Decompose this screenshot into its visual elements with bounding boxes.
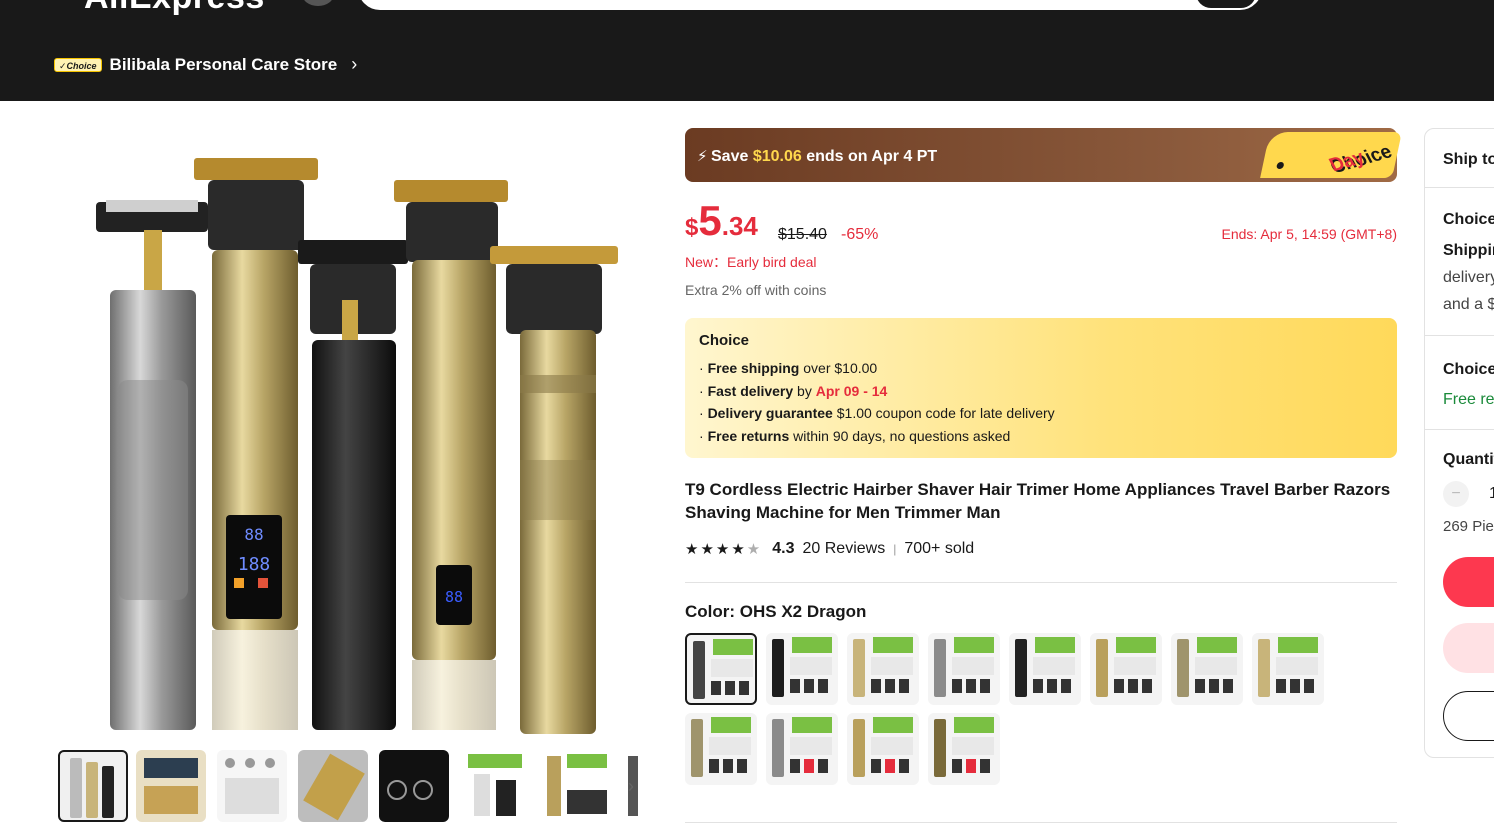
divider (685, 822, 1397, 823)
color-swatch[interactable] (685, 713, 757, 785)
store-link[interactable]: ✓Choice Bilibala Personal Care Store › (54, 54, 357, 75)
choice-benefits-box[interactable]: Choice · Free shipping over $10.00 · Fas… (685, 318, 1397, 458)
svg-text:88: 88 (445, 588, 463, 606)
thumbnail-6[interactable] (460, 750, 530, 822)
color-label: Color: OHS X2 Dragon (685, 602, 867, 621)
quantity-label: Quantity (1443, 451, 1494, 468)
thumbnail-1[interactable] (58, 750, 128, 822)
quantity-decrease-button[interactable]: − (1443, 481, 1469, 507)
lightning-icon: ⚡ (697, 148, 708, 165)
color-swatch[interactable] (1090, 633, 1162, 705)
discount-badge: -65% (841, 226, 879, 243)
separator: | (893, 542, 897, 556)
star-rating-icon: ★★★★★ (685, 541, 763, 558)
thumbnail-7[interactable] (541, 750, 611, 822)
store-name[interactable]: Bilibala Personal Care Store (110, 55, 338, 75)
wishlist-button[interactable] (1443, 691, 1494, 741)
color-swatch[interactable] (685, 633, 757, 705)
choice-label: Choice (1443, 211, 1494, 228)
main-product-image[interactable]: 88 188 88 (58, 130, 658, 734)
svg-text:188: 188 (238, 554, 271, 575)
delivery-text-2: and a $ (1443, 296, 1494, 313)
aliexpress-logo[interactable]: AliExpress (84, 0, 265, 17)
thumbnail-3[interactable] (217, 750, 287, 822)
promo-banner: ⚡ Save $10.06 ends on Apr 4 PT Choice Day (685, 128, 1402, 182)
free-returns-text: Free re (1443, 391, 1494, 408)
product-title: T9 Cordless Electric Hairber Shaver Hair… (685, 480, 1391, 522)
shipping-label: Shipping (1443, 242, 1494, 259)
delivery-text: delivery (1443, 269, 1494, 286)
pieces-available: 269 Pieces (1443, 518, 1494, 535)
choice-day-badge: Choice Day (1260, 132, 1402, 178)
color-swatch[interactable] (928, 633, 1000, 705)
add-to-cart-button[interactable] (1443, 623, 1494, 673)
divider (1425, 429, 1494, 430)
thumbnail-strip (58, 750, 658, 824)
ship-to-label[interactable]: Ship to (1443, 151, 1494, 169)
color-swatch[interactable] (766, 633, 838, 705)
svg-text:88: 88 (244, 525, 263, 544)
color-swatch[interactable] (1171, 633, 1243, 705)
divider (1425, 187, 1494, 188)
promo-text: Save $10.06 ends on Apr 4 PT (711, 148, 938, 165)
divider (1425, 335, 1494, 336)
thumbnail-4[interactable] (298, 750, 368, 822)
divider (685, 582, 1397, 583)
color-swatch[interactable] (766, 713, 838, 785)
chevron-right-icon[interactable]: › (628, 776, 634, 797)
reviews-link[interactable]: 20 Reviews (803, 540, 886, 558)
benefit-row: · Free shipping over $10.00 (699, 360, 878, 376)
thumbnail-2[interactable] (136, 750, 206, 822)
benefit-row: · Delivery guarantee $1.00 coupon code f… (699, 405, 1055, 421)
search-button[interactable] (1196, 0, 1256, 8)
choice-badge: ✓Choice (54, 57, 102, 72)
coins-offer: Extra 2% off with coins (685, 282, 827, 298)
original-price: $15.40 (778, 226, 827, 243)
sold-count: 700+ sold (904, 540, 975, 557)
purchase-panel: Ship to Choice Shipping delivery and a $… (1424, 128, 1494, 758)
top-header: AliExpress ✓Choice Bilibala Personal Car… (0, 0, 1494, 101)
deal-ends-text: Ends: Apr 5, 14:59 (GMT+8) (1221, 226, 1397, 242)
search-input[interactable] (358, 0, 1262, 10)
category-menu-icon[interactable] (302, 0, 334, 6)
chevron-right-icon[interactable]: › (351, 54, 357, 75)
new-deal-label: New：Early bird deal (685, 254, 817, 270)
rating-value: 4.3 (772, 540, 795, 557)
benefit-row: · Free returns within 90 days, no questi… (699, 427, 1011, 444)
choice-label-2: Choice (1443, 361, 1494, 378)
color-swatch[interactable] (928, 713, 1000, 785)
color-swatch[interactable] (1252, 633, 1324, 705)
buy-now-button[interactable] (1443, 557, 1494, 607)
color-swatch[interactable] (847, 713, 919, 785)
thumbnail-5[interactable] (379, 750, 449, 822)
color-swatch[interactable] (1009, 633, 1081, 705)
quantity-value[interactable]: 1 (1489, 485, 1494, 503)
choice-title: Choice (699, 332, 750, 349)
benefit-row: · Fast delivery by Apr 09 - 14 (699, 382, 888, 399)
color-swatch[interactable] (847, 633, 919, 705)
trimmers-illustration: 88 188 88 (96, 158, 618, 734)
rating-row[interactable]: ★★★★★ 4.3 20 Reviews | 700+ sold (685, 540, 974, 558)
current-price: $5.34 (685, 197, 758, 244)
